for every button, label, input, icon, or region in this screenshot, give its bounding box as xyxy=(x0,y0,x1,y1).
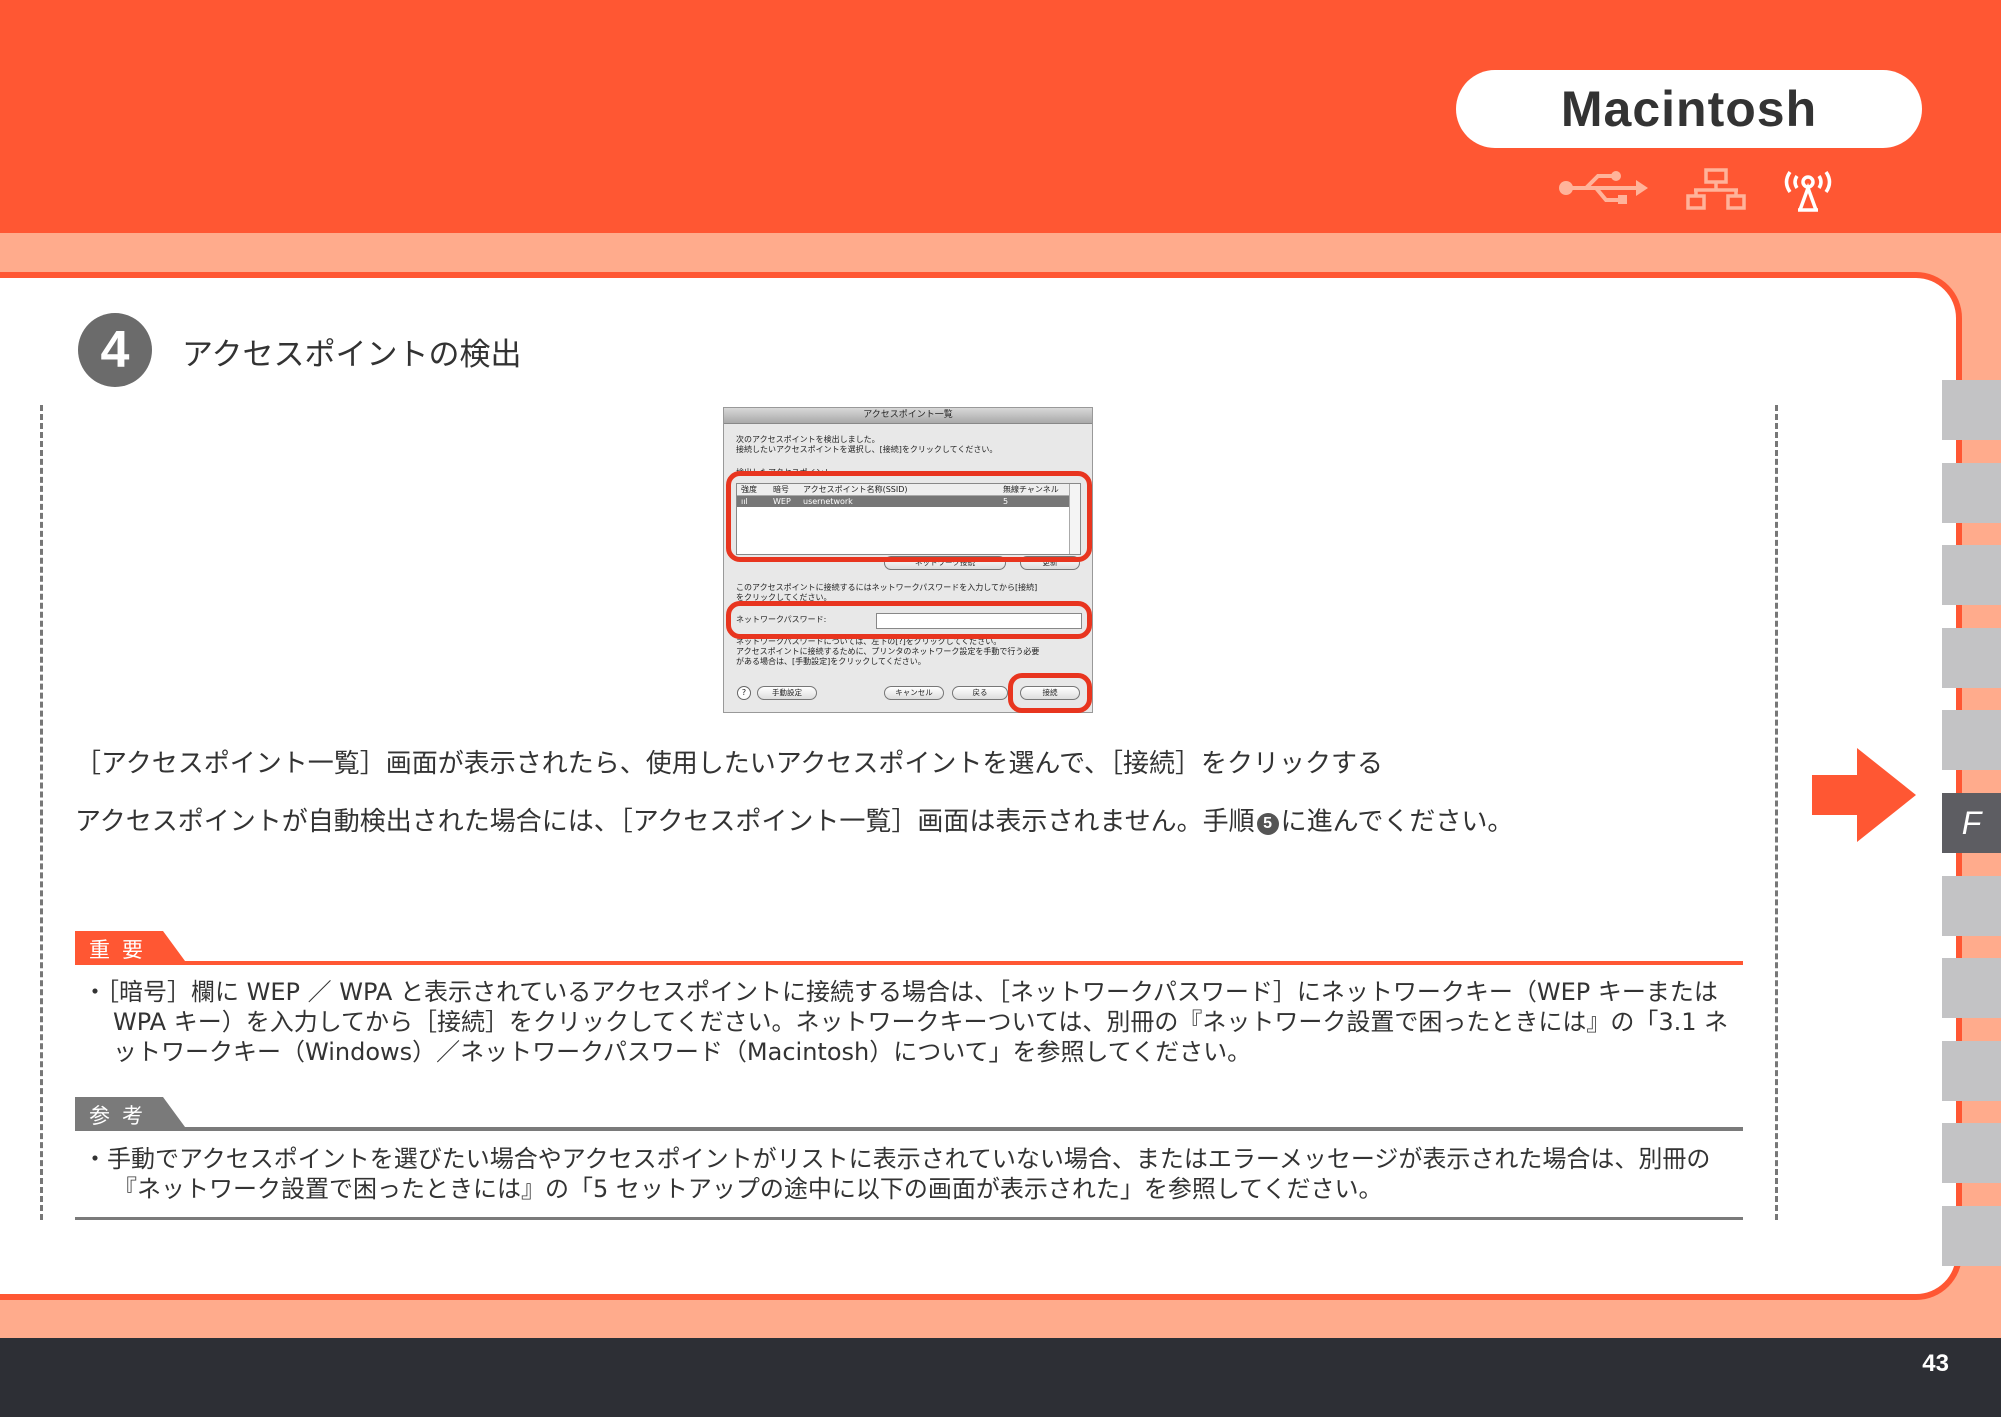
auto-detect-note-tail: に進んでください。 xyxy=(1280,807,1514,837)
dialog-title: アクセスポイント一覧 xyxy=(724,408,1092,424)
side-index-tab[interactable] xyxy=(1942,380,2001,440)
side-index-tab[interactable] xyxy=(1942,545,2001,605)
help-icon[interactable]: ? xyxy=(737,686,751,700)
back-button[interactable]: 戻る xyxy=(952,686,1008,700)
password-field-highlight xyxy=(726,601,1092,639)
cancel-button[interactable]: キャンセル xyxy=(884,686,944,700)
reference-label: 参考 xyxy=(75,1097,185,1128)
side-index-tab[interactable] xyxy=(1942,876,2001,936)
dialog-intro-line2: 接続したいアクセスポイントを選択し、[接続]をクリックしてください。 xyxy=(736,445,998,454)
step-instruction: ［アクセスポイント一覧］画面が表示されたら、使用したいアクセスポイントを選んで、… xyxy=(75,749,1384,779)
side-index-tab-active[interactable]: F xyxy=(1942,793,2001,853)
reference-rule xyxy=(75,1127,1743,1131)
side-index-tab[interactable] xyxy=(1942,958,2001,1018)
important-rule xyxy=(75,961,1743,965)
dialog-note-line3: がある場合は、[手動設定]をクリックしてください。 xyxy=(736,657,926,666)
reference-bottom-rule xyxy=(75,1217,1743,1220)
step-number-badge: 4 xyxy=(78,313,152,387)
wired-lan-icon xyxy=(1686,168,1746,210)
side-index-tab[interactable] xyxy=(1942,710,2001,770)
side-index-tab[interactable] xyxy=(1942,628,2001,688)
auto-detect-note-text: アクセスポイントが自動検出された場合には、［アクセスポイント一覧］画面は表示され… xyxy=(75,807,1255,837)
page-number: 43 xyxy=(1922,1350,1949,1377)
important-label-text: 重要 xyxy=(89,938,155,962)
side-index-tab[interactable] xyxy=(1942,463,2001,523)
left-dashed-border xyxy=(40,405,43,1220)
reference-note: ・手動でアクセスポイントを選びたい場合やアクセスポイントがリストに表示されていな… xyxy=(83,1145,1711,1203)
connect-button-highlight xyxy=(1008,673,1092,713)
os-label: Macintosh xyxy=(1456,70,1922,148)
access-point-list-highlight xyxy=(726,471,1092,562)
password-instruction-line1: このアクセスポイントに接続するにはネットワークパスワードを入力してから[接続] xyxy=(736,583,1038,592)
reference-label-text: 参考 xyxy=(89,1104,155,1128)
dialog-intro-line1: 次のアクセスポイントを検出しました。 xyxy=(736,435,880,444)
step-title: アクセスポイントの検出 xyxy=(182,337,522,373)
manual-setup-button[interactable]: 手動設定 xyxy=(757,686,817,700)
side-index-tab[interactable] xyxy=(1942,1123,2001,1183)
important-note: ・［暗号］欄に WEP ／ WPA と表示されているアクセスポイントに接続する場… xyxy=(83,978,1729,1066)
right-dashed-border xyxy=(1775,405,1778,1220)
wireless-lan-icon xyxy=(1784,170,1832,212)
side-index-tab[interactable] xyxy=(1942,1206,2001,1266)
step-5-reference: 5 xyxy=(1256,813,1279,835)
important-label: 重要 xyxy=(75,931,185,962)
connection-icons xyxy=(1550,168,1850,218)
arrow-right-icon xyxy=(1812,748,1916,842)
dialog-note-line2: アクセスポイントに接続するために、プリンタのネットワーク設定を手動で行う必要 xyxy=(736,647,1040,656)
auto-detect-note: アクセスポイントが自動検出された場合には、［アクセスポイント一覧］画面は表示され… xyxy=(75,801,1513,838)
side-index-tab[interactable] xyxy=(1942,1041,2001,1101)
footer-bar xyxy=(0,1338,2001,1417)
usb-icon xyxy=(1559,171,1648,204)
